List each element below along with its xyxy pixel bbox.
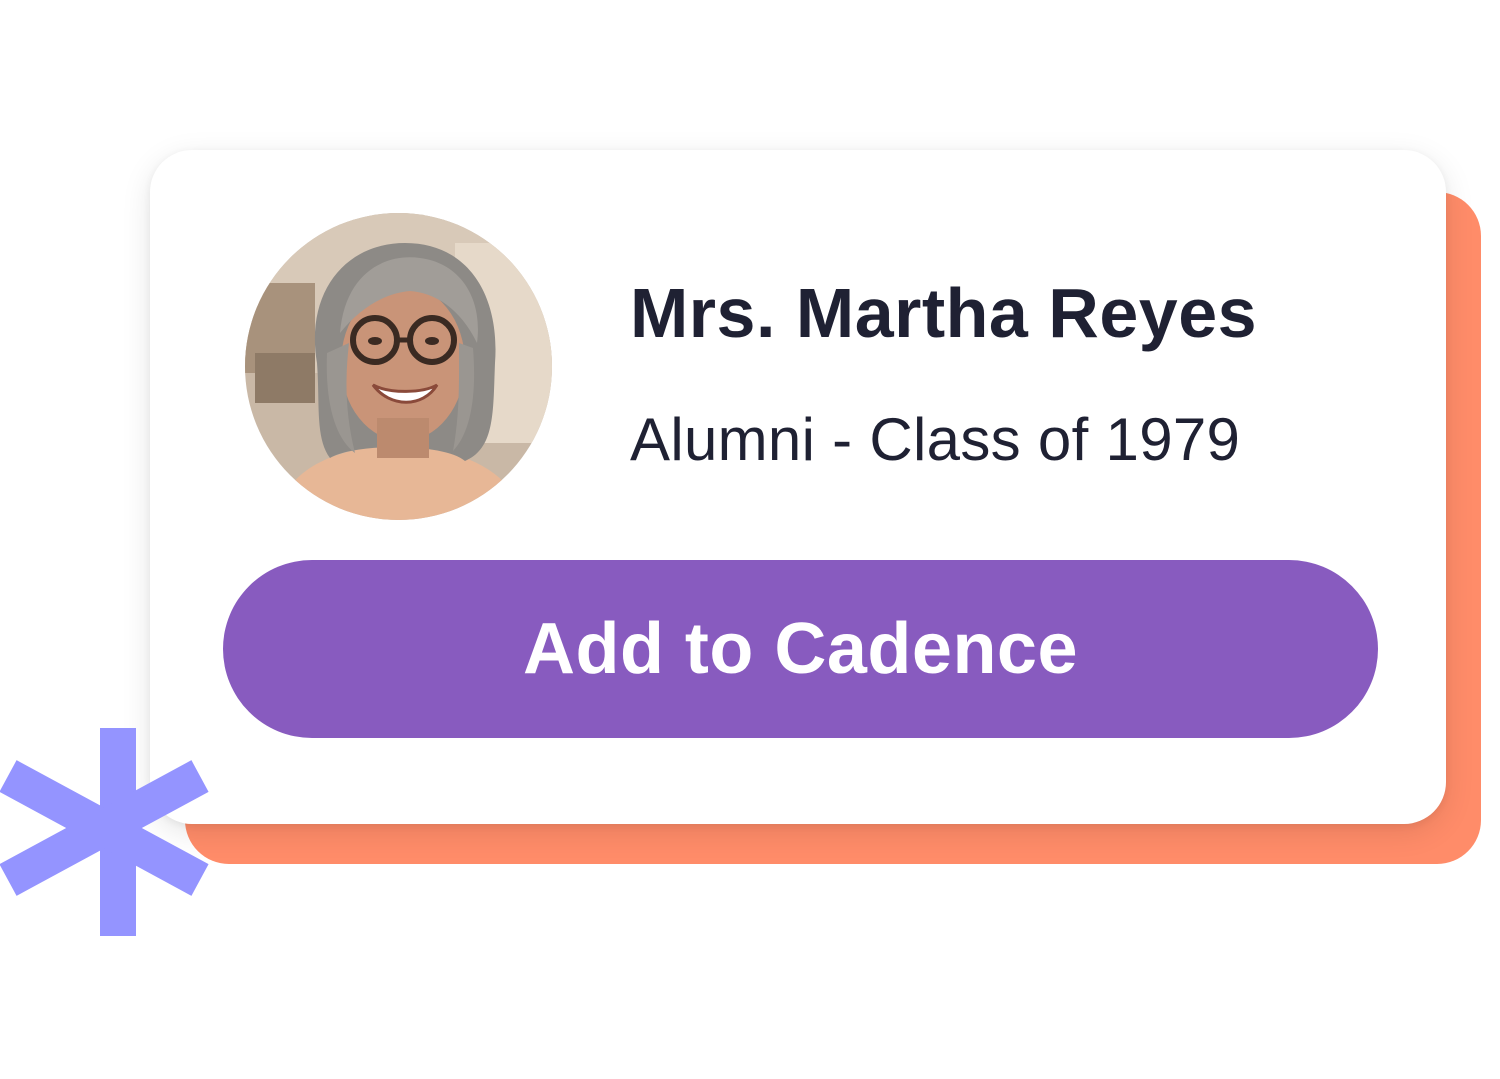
add-to-cadence-button[interactable]: Add to Cadence [223,560,1378,738]
profile-card: Mrs. Martha Reyes Alumni - Class of 1979… [150,150,1446,824]
contact-name: Mrs. Martha Reyes [630,274,1258,352]
avatar [245,213,552,520]
avatar-photo [245,213,552,520]
contact-subtitle: Alumni - Class of 1979 [630,406,1241,473]
stage: Mrs. Martha Reyes Alumni - Class of 1979… [0,0,1500,1079]
asterisk-icon [0,728,209,936]
